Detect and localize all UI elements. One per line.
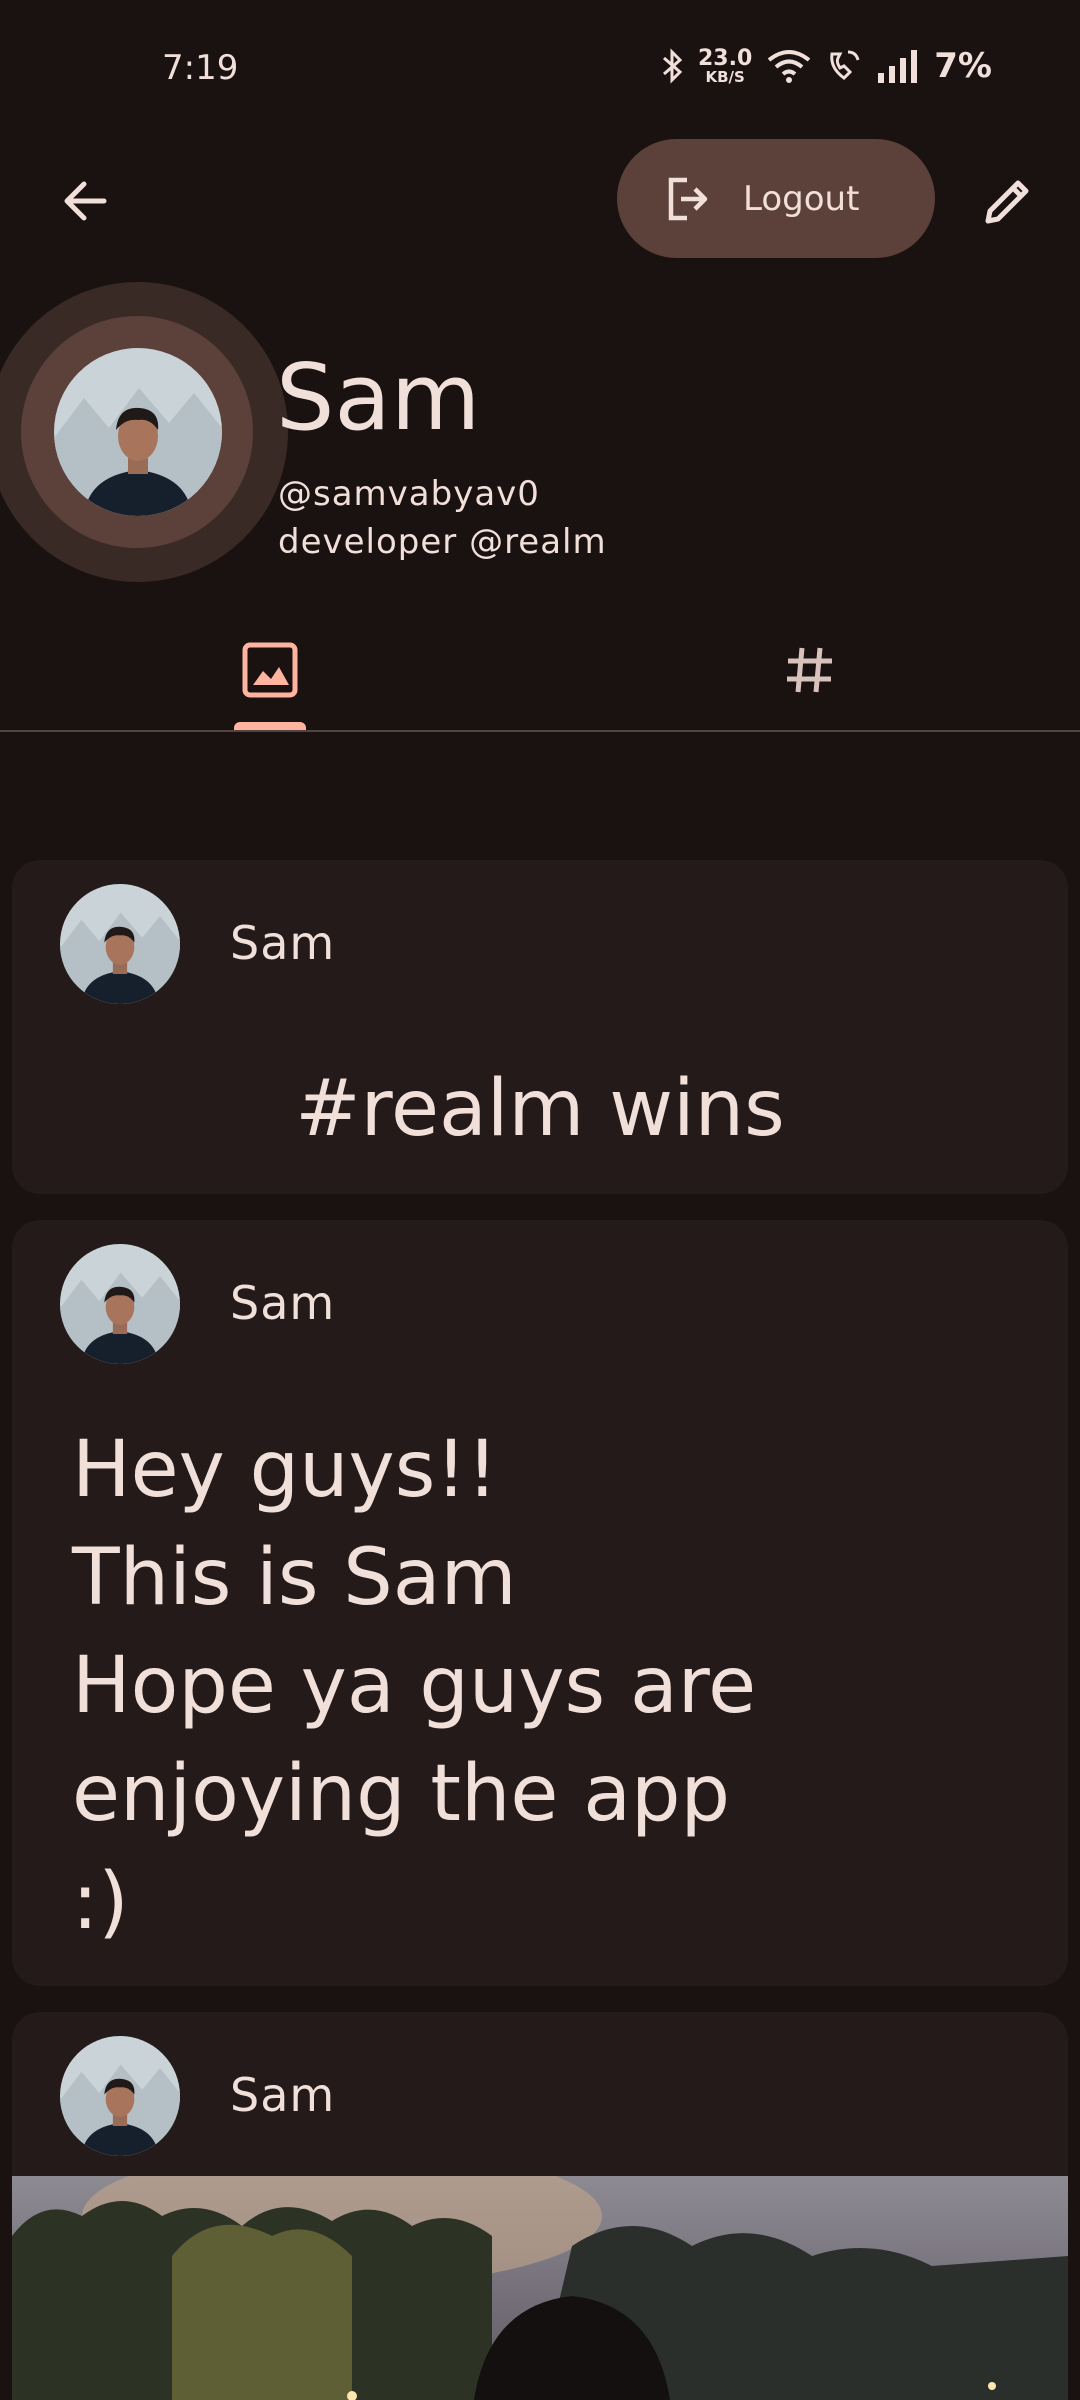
- post-card[interactable]: Sam Hey guys!! This is Sam Hope ya guys …: [12, 1220, 1068, 1986]
- bluetooth-icon: [662, 48, 683, 84]
- post-card[interactable]: Sam #realm wins: [12, 860, 1068, 1194]
- pencil-icon: [985, 180, 1029, 224]
- network-speed-value: 23.0: [697, 45, 753, 71]
- logout-icon: [668, 177, 708, 220]
- post-avatar[interactable]: [60, 884, 180, 1004]
- post-photo[interactable]: [12, 2176, 1068, 2400]
- tab-photos[interactable]: [0, 610, 540, 730]
- status-icons: 23.0 KB/S 7%: [662, 46, 992, 86]
- status-time: 7:19: [162, 48, 239, 88]
- logout-label: Logout: [743, 178, 860, 219]
- arrow-back-icon: [64, 181, 107, 221]
- signal-icon: [878, 50, 918, 83]
- profile-handle: @samvabyav0: [278, 474, 540, 514]
- network-speed-unit: KB/S: [705, 67, 745, 86]
- profile-name: Sam: [276, 344, 481, 451]
- post-author: Sam: [230, 916, 336, 970]
- image-icon: [242, 642, 298, 698]
- profile-bio: developer @realm: [278, 522, 607, 562]
- post-author: Sam: [230, 2068, 336, 2122]
- post-card[interactable]: Sam: [12, 2012, 1068, 2400]
- profile-avatar[interactable]: [54, 348, 222, 516]
- tab-divider: [0, 730, 1080, 732]
- status-bar: 7:19 23.0 KB/S 7%: [0, 0, 1080, 120]
- back-button[interactable]: [40, 156, 130, 246]
- post-text: Hey guys!! This is Sam Hope ya guys are …: [72, 1425, 757, 1947]
- hashtag-icon: [787, 647, 832, 693]
- edit-profile-button[interactable]: [960, 156, 1056, 246]
- battery-percent: 7%: [934, 46, 992, 86]
- post-avatar[interactable]: [60, 2036, 180, 2156]
- logout-button[interactable]: Logout: [617, 139, 935, 258]
- network-speed: 23.0 KB/S: [697, 45, 753, 86]
- profile-screen: 7:19 23.0 KB/S 7% Logout Sam @samvabyav0…: [0, 0, 1080, 2400]
- post-author: Sam: [230, 1276, 336, 1330]
- wifi-icon: [768, 50, 811, 83]
- post-avatar[interactable]: [60, 1244, 180, 1364]
- tab-tags[interactable]: [540, 610, 1080, 730]
- post-text: #realm wins: [295, 1064, 785, 1154]
- wifi-calling-icon: [830, 50, 860, 80]
